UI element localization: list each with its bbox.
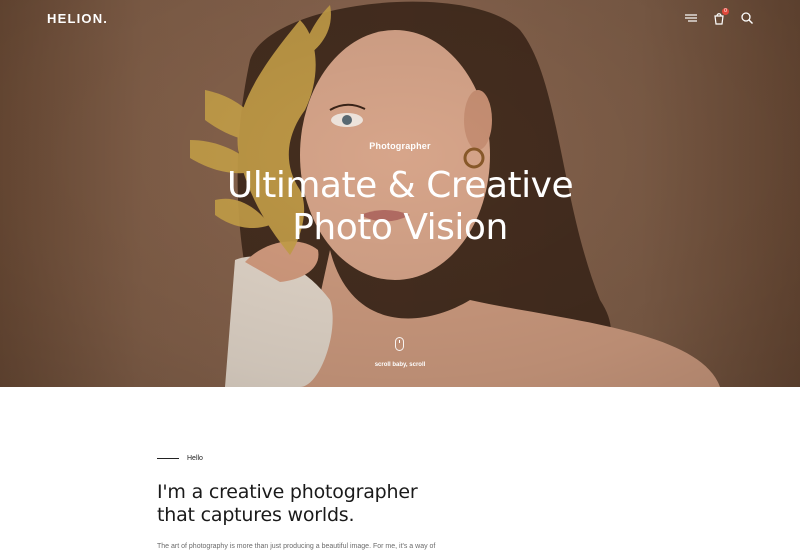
hero-title: Ultimate & Creative Photo Vision (0, 165, 800, 249)
hero-title-line-2: Photo Vision (292, 207, 508, 248)
hero-section: HELION. 0 Photographer Ultimate & Creati… (0, 0, 800, 387)
menu-icon[interactable] (684, 11, 698, 25)
about-heading-line-1: I'm a creative photographer (157, 481, 418, 503)
eyebrow-text: Hello (187, 455, 203, 462)
site-logo[interactable]: HELION. (47, 11, 108, 26)
about-eyebrow: Hello (157, 455, 203, 462)
about-heading-line-2: that captures worlds. (157, 504, 355, 526)
header-actions: 0 (684, 8, 754, 25)
cart-icon[interactable]: 0 (712, 8, 729, 25)
site-header: HELION. 0 (0, 0, 800, 38)
eyebrow-divider (157, 458, 179, 459)
about-body-text: The art of photography is more than just… (157, 543, 436, 550)
hero-subtitle: Photographer (369, 141, 431, 151)
scroll-mouse-icon[interactable] (395, 337, 404, 351)
about-heading: I'm a creative photographer that capture… (157, 481, 577, 527)
cart-count-badge: 0 (722, 8, 729, 15)
search-icon[interactable] (740, 11, 754, 25)
hero-title-line-1: Ultimate & Creative (226, 165, 574, 206)
scroll-label: scroll baby, scroll (374, 362, 426, 368)
